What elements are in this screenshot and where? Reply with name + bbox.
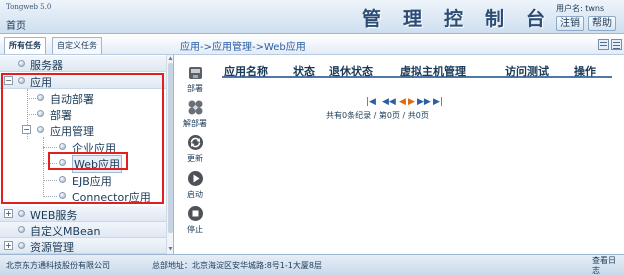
start-button[interactable]: 启动 (180, 168, 210, 202)
pager-info: 共有0条纪录 / 第0页 / 共0页 (326, 111, 429, 120)
list-view-icon[interactable] (611, 39, 622, 50)
logout-button[interactable]: 注销 (556, 16, 584, 31)
tab-custom-tasks[interactable]: 自定义任务 (52, 37, 102, 54)
tree-item-resource-manage[interactable]: + 资源管理 (0, 238, 166, 254)
start-label: 启动 (187, 190, 203, 199)
tree-label: 自定义MBean (30, 225, 101, 238)
node-icon (18, 226, 25, 233)
node-icon (18, 242, 25, 249)
scroll-down-icon[interactable] (168, 246, 173, 251)
node-icon (18, 60, 25, 67)
app-table-header: 应用名称 状态 退休状态 虚拟主机管理 访问测试 操作 (222, 62, 612, 78)
column-header-retire-status[interactable]: 退休状态 (329, 63, 373, 79)
header-bar: Tongweb 5.0 首页 管理控制台 用户名: twns 注销 帮助 (0, 0, 624, 34)
column-header-operation[interactable]: 操作 (574, 63, 596, 79)
stop-icon (188, 206, 203, 221)
next-page-icon[interactable]: ▶ (408, 97, 415, 107)
stop-label: 停止 (187, 225, 203, 234)
column-header-status[interactable]: 状态 (293, 63, 315, 79)
home-link[interactable]: 首页 (6, 17, 26, 32)
grid-view-icon[interactable] (598, 39, 609, 50)
prev-fast-icon[interactable]: ◀◀ (382, 97, 396, 107)
tree-item-custom-mbean[interactable]: 自定义MBean (0, 222, 166, 238)
pagination: |◀ ◀◀ ◀ ▶ ▶▶ ▶| (366, 97, 446, 107)
sidebar-tree: 服务器 − 应用 自动部署 部署 − 应用管理 企业应用 Web应用 EJB应用… (0, 55, 174, 254)
first-page-icon[interactable]: |◀ (366, 97, 376, 107)
footer-bar: 北京东方通科技股份有限公司 总部地址：北京海淀区安华城路:8号1-1大厦8层 查… (0, 254, 624, 275)
expand-icon[interactable]: + (4, 209, 13, 218)
console-title: 管理控制台 (362, 8, 568, 30)
prev-page-icon[interactable]: ◀ (399, 97, 406, 107)
next-fast-icon[interactable]: ▶▶ (417, 97, 431, 107)
play-icon (188, 171, 203, 186)
node-icon (18, 210, 25, 217)
tabs-bar: 所有任务 自定义任务 应用->应用管理->Web应用 (0, 35, 624, 55)
undeploy-icon (188, 100, 203, 115)
tree-label: WEB服务 (30, 209, 78, 222)
deploy-icon (189, 67, 202, 79)
column-header-access-test[interactable]: 访问测试 (505, 63, 549, 79)
tree-label: 服务器 (30, 59, 63, 72)
deploy-button[interactable]: 部署 (180, 62, 210, 96)
footer-address: 总部地址：北京海淀区安华城路:8号1-1大厦8层 (152, 261, 322, 270)
update-button[interactable]: 更新 (180, 132, 210, 166)
undeploy-label: 解部署 (183, 119, 207, 128)
highlight-frame-web-app (48, 152, 128, 170)
last-page-icon[interactable]: ▶| (433, 97, 443, 107)
highlight-frame-app (1, 73, 164, 204)
user-info: 用户名: twns (556, 4, 605, 13)
tree-label: 资源管理 (30, 241, 74, 254)
footer-company: 北京东方通科技股份有限公司 (6, 261, 110, 270)
tree-item-web-service[interactable]: + WEB服务 (0, 206, 166, 222)
update-label: 更新 (187, 154, 203, 163)
column-header-app-name[interactable]: 应用名称 (224, 63, 268, 79)
tree-item-server[interactable]: 服务器 (0, 56, 166, 72)
stop-button[interactable]: 停止 (180, 203, 210, 237)
sidebar-scrollbar[interactable] (166, 55, 173, 254)
scroll-up-icon[interactable] (168, 56, 173, 61)
tab-all-tasks[interactable]: 所有任务 (4, 37, 46, 54)
column-header-vhost-manage[interactable]: 虚拟主机管理 (400, 63, 466, 79)
view-log-link[interactable]: 查看日志 (592, 256, 620, 275)
brand-version: Tongweb 5.0 (6, 3, 52, 11)
action-toolbar: 部署 解部署 更新 启动 停止 (180, 62, 210, 242)
scrollbar-thumb[interactable] (168, 63, 173, 233)
undeploy-button[interactable]: 解部署 (180, 97, 210, 131)
breadcrumb: 应用->应用管理->Web应用 (180, 42, 306, 53)
refresh-icon (188, 135, 203, 150)
deploy-label: 部署 (187, 84, 203, 93)
expand-icon[interactable]: + (4, 241, 13, 250)
help-button[interactable]: 帮助 (588, 16, 616, 31)
